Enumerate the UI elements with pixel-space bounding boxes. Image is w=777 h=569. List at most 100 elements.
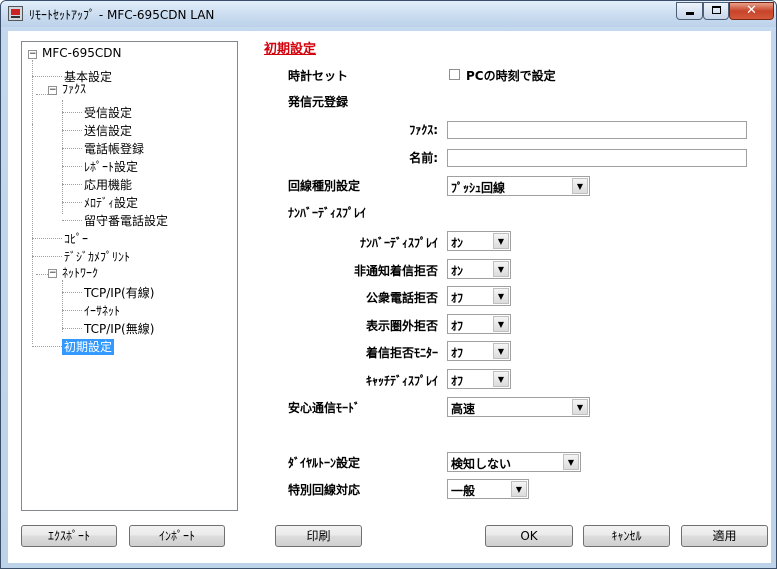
clock-label: 時計セット bbox=[288, 69, 349, 83]
tree-line bbox=[62, 310, 82, 311]
anonymous-reject-value: ｵﾝ bbox=[451, 264, 464, 278]
sender-label: 発信元登録 bbox=[288, 95, 349, 109]
number-display-select[interactable]: ｵﾝ ▼ bbox=[447, 231, 511, 251]
tree-line bbox=[32, 60, 33, 124]
line-type-select[interactable]: ﾌﾟｯｼｭ回線 ▼ bbox=[447, 176, 590, 196]
chevron-down-icon: ▼ bbox=[493, 233, 509, 249]
line-type-value: ﾌﾟｯｼｭ回線 bbox=[451, 181, 506, 195]
pc-time-checkbox[interactable] bbox=[449, 69, 460, 80]
tree-item-root[interactable]: MFC-695CDN bbox=[42, 45, 121, 61]
chevron-down-icon: ▼ bbox=[493, 261, 509, 277]
reject-monitor-label: 着信拒否ﾓﾆﾀｰ bbox=[365, 346, 438, 360]
chevron-down-icon: ▼ bbox=[511, 481, 527, 497]
tree-item-photo-print[interactable]: ﾃﾞｼﾞｶﾒﾌﾟﾘﾝﾄ bbox=[64, 249, 130, 265]
payphone-reject-value: ｵﾌ bbox=[451, 291, 464, 305]
tree-item-tcpip-wireless[interactable]: TCP/IP(無線) bbox=[84, 321, 154, 337]
chevron-down-icon: ▼ bbox=[572, 178, 588, 194]
ok-button[interactable]: OK bbox=[485, 525, 573, 547]
catch-display-select[interactable]: ｵﾌ ▼ bbox=[447, 369, 511, 389]
reject-monitor-value: ｵﾌ bbox=[451, 346, 464, 360]
tree-line bbox=[32, 124, 33, 344]
catch-display-label: ｷｬｯﾁﾃﾞｨｽﾌﾟﾚｲ bbox=[365, 374, 438, 388]
anonymous-reject-label: 非通知着信拒否 bbox=[353, 264, 438, 278]
name-input[interactable] bbox=[447, 149, 747, 167]
chevron-down-icon: ▼ bbox=[493, 371, 509, 387]
tree-item-report[interactable]: ﾚﾎﾟｰﾄ設定 bbox=[84, 159, 138, 175]
collapse-icon[interactable]: − bbox=[48, 269, 57, 278]
anonymous-reject-select[interactable]: ｵﾝ ▼ bbox=[447, 259, 511, 279]
reject-monitor-select[interactable]: ｵﾌ ▼ bbox=[447, 341, 511, 361]
tree-line bbox=[62, 130, 82, 131]
secure-mode-label: 安心通信ﾓｰﾄﾞ bbox=[288, 401, 361, 415]
tree-line bbox=[62, 220, 82, 221]
minimize-button[interactable] bbox=[676, 2, 703, 20]
number-display-value: ｵﾝ bbox=[451, 236, 464, 250]
tree-line bbox=[62, 292, 82, 293]
payphone-reject-select[interactable]: ｵﾌ ▼ bbox=[447, 286, 511, 306]
dialtone-select[interactable]: 検知しない ▼ bbox=[447, 452, 581, 472]
title-bar[interactable]: ﾘﾓｰﾄｾｯﾄｱｯﾌﾟ - MFC-695CDN LAN ✕ bbox=[1, 1, 776, 27]
payphone-reject-label: 公衆電話拒否 bbox=[365, 291, 438, 305]
tree-line bbox=[62, 166, 82, 167]
maximize-button[interactable] bbox=[703, 2, 729, 20]
pc-time-label[interactable]: PCの時刻で設定 bbox=[466, 67, 556, 84]
tree-item-receive[interactable]: 受信設定 bbox=[84, 105, 132, 121]
special-line-label: 特別回線対応 bbox=[288, 483, 361, 497]
secure-mode-select[interactable]: 高速 ▼ bbox=[447, 397, 590, 417]
tree-line bbox=[32, 238, 62, 239]
cancel-button[interactable]: ｷｬﾝｾﾙ bbox=[583, 525, 670, 547]
tree-item-melody[interactable]: ﾒﾛﾃﾞｨ設定 bbox=[84, 195, 138, 211]
tree-item-network[interactable]: ﾈｯﾄﾜｰｸ bbox=[62, 265, 98, 281]
import-button[interactable]: ｲﾝﾎﾟｰﾄ bbox=[129, 525, 225, 547]
collapse-icon[interactable]: − bbox=[48, 86, 57, 95]
chevron-down-icon: ▼ bbox=[563, 454, 579, 470]
tree-item-phonebook[interactable]: 電話帳登録 bbox=[84, 141, 144, 157]
tree-item-advanced[interactable]: 応用機能 bbox=[84, 177, 132, 193]
tree-item-ethernet[interactable]: ｲｰｻﾈｯﾄ bbox=[84, 303, 120, 319]
export-button[interactable]: ｴｸｽﾎﾟｰﾄ bbox=[21, 525, 117, 547]
tree-line bbox=[32, 346, 62, 347]
tree-item-copy[interactable]: ｺﾋﾟｰ bbox=[64, 231, 88, 247]
maximize-icon bbox=[712, 6, 721, 14]
tree-item-fax[interactable]: ﾌｧｸｽ bbox=[62, 81, 86, 97]
tree-item-initial-setup[interactable]: 初期設定 bbox=[62, 339, 115, 355]
fax-label: ﾌｧｸｽ: bbox=[409, 123, 438, 137]
out-of-area-reject-select[interactable]: ｵﾌ ▼ bbox=[447, 314, 511, 334]
fax-number-input[interactable] bbox=[447, 121, 747, 139]
special-line-select[interactable]: 一般 ▼ bbox=[447, 479, 529, 499]
close-icon: ✕ bbox=[746, 3, 757, 18]
tree-item-answering[interactable]: 留守番電話設定 bbox=[84, 213, 168, 229]
apply-button[interactable]: 適用 bbox=[681, 525, 768, 547]
tree-line bbox=[62, 280, 63, 332]
number-display-section-label: ﾅﾝﾊﾞｰﾃﾞｨｽﾌﾟﾚｲ bbox=[288, 206, 367, 220]
tree-line bbox=[62, 100, 63, 214]
name-label: 名前: bbox=[409, 151, 438, 165]
tree-item-tcpip-wired[interactable]: TCP/IP(有線) bbox=[84, 285, 154, 301]
app-icon bbox=[8, 6, 23, 21]
dialtone-label: ﾀﾞｲﾔﾙﾄｰﾝ設定 bbox=[288, 456, 361, 470]
number-display-label: ﾅﾝﾊﾞｰﾃﾞｨｽﾌﾟﾚｲ bbox=[359, 236, 438, 250]
print-button[interactable]: 印刷 bbox=[275, 525, 362, 547]
tree-line bbox=[36, 274, 48, 275]
line-type-label: 回線種別設定 bbox=[288, 179, 361, 193]
tree-line bbox=[32, 76, 62, 77]
catch-display-value: ｵﾌ bbox=[451, 374, 464, 388]
tree-item-send[interactable]: 送信設定 bbox=[84, 123, 132, 139]
tree-line bbox=[62, 148, 82, 149]
settings-tree[interactable]: − MFC-695CDN 基本設定 − ﾌｧｸｽ 受信設定 送信設定 電話帳登録… bbox=[21, 41, 238, 511]
collapse-icon[interactable]: − bbox=[28, 50, 37, 59]
tree-line bbox=[32, 256, 62, 257]
secure-mode-value: 高速 bbox=[451, 402, 476, 416]
dialog-body: − MFC-695CDN 基本設定 − ﾌｧｸｽ 受信設定 送信設定 電話帳登録… bbox=[8, 31, 771, 563]
app-window: ﾘﾓｰﾄｾｯﾄｱｯﾌﾟ - MFC-695CDN LAN ✕ − MFC-695… bbox=[0, 0, 777, 569]
out-of-area-reject-value: ｵﾌ bbox=[451, 319, 464, 333]
tree-line bbox=[62, 112, 82, 113]
window-title: ﾘﾓｰﾄｾｯﾄｱｯﾌﾟ - MFC-695CDN LAN bbox=[29, 8, 215, 22]
chevron-down-icon: ▼ bbox=[493, 316, 509, 332]
tree-line bbox=[36, 94, 48, 95]
tree-line bbox=[62, 184, 82, 185]
out-of-area-reject-label: 表示圏外拒否 bbox=[365, 319, 438, 333]
tree-line bbox=[62, 202, 82, 203]
tree-line bbox=[62, 328, 82, 329]
close-button[interactable]: ✕ bbox=[729, 2, 774, 20]
